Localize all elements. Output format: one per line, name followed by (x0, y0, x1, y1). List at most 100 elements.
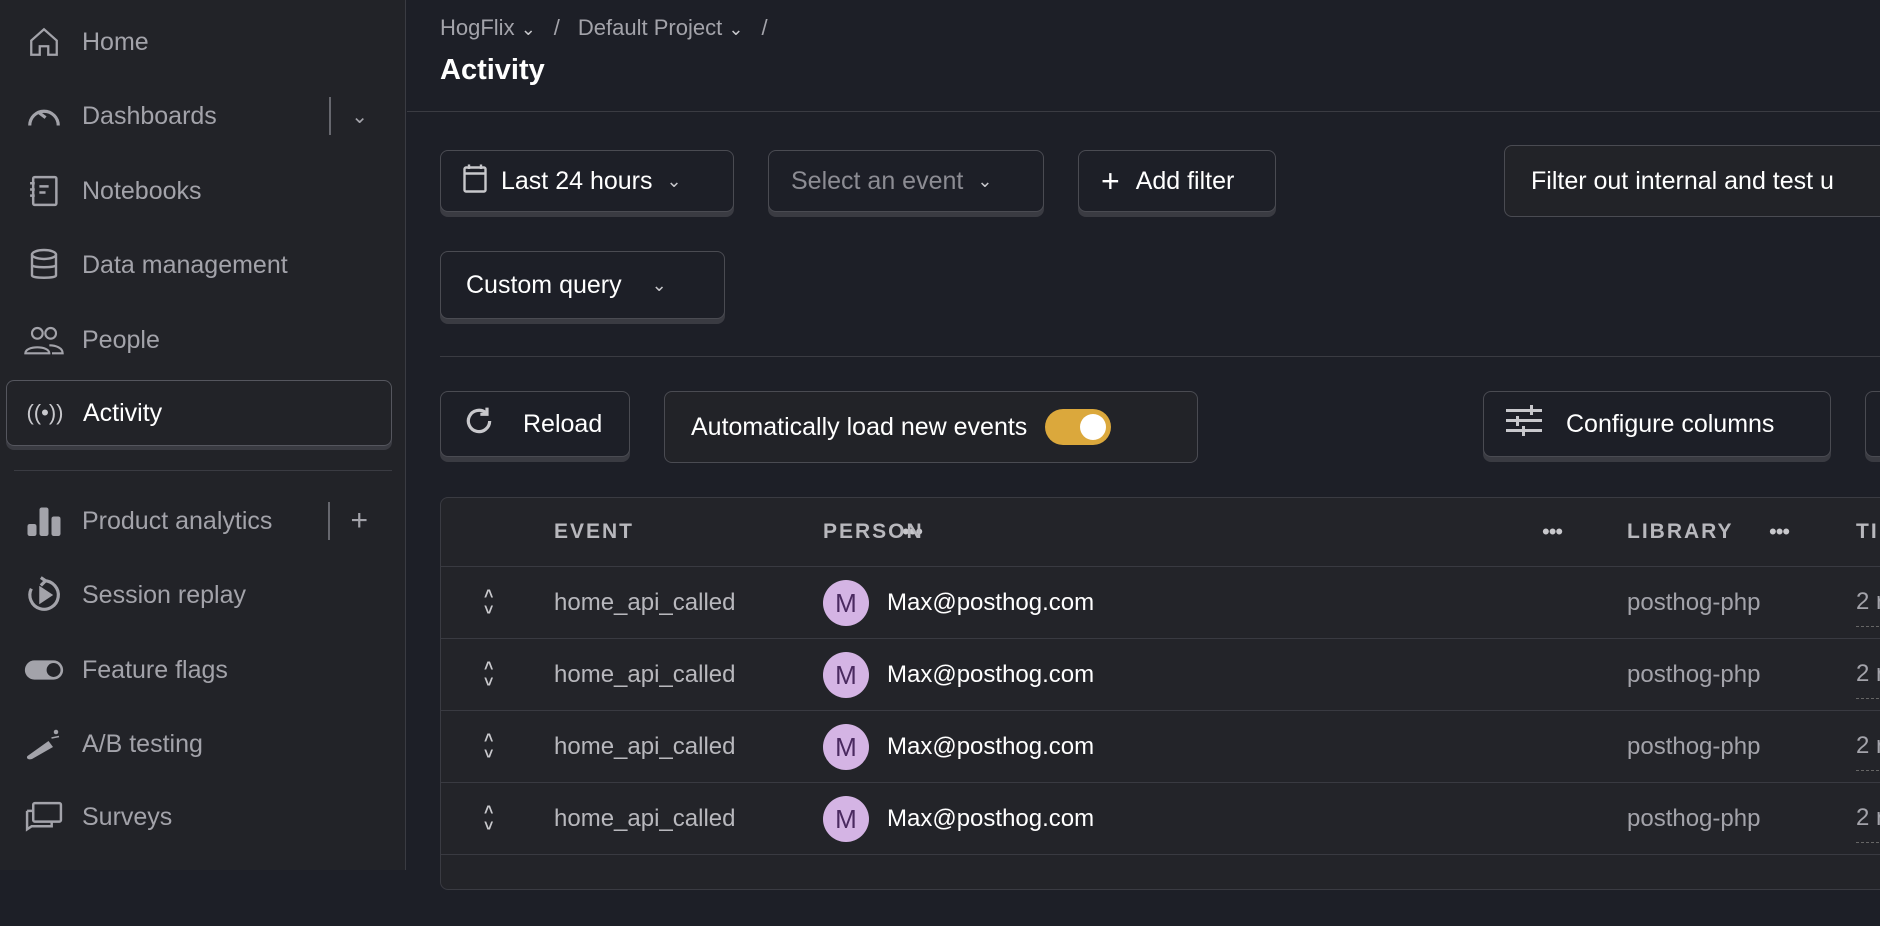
sidebar-item-session-replay[interactable]: Session replay (6, 562, 392, 628)
expand-row-icon[interactable]: ˄˅ (484, 567, 493, 639)
add-filter-label: Add filter (1136, 167, 1235, 196)
chevron-down-icon: ⌄ (667, 171, 682, 192)
query-type-select[interactable]: Custom query ⌄ (440, 251, 725, 319)
reload-button[interactable]: Reload (440, 391, 630, 457)
sidebar-item-feature-flags[interactable]: Feature flags (6, 637, 392, 703)
sidebar-divider (14, 470, 392, 471)
avatar: M (823, 580, 869, 626)
breadcrumb-label: Default Project (578, 15, 722, 40)
event-name: home_api_called (554, 711, 735, 783)
avatar: M (823, 724, 869, 770)
breadcrumb-separator: / (761, 15, 767, 41)
breadcrumb-label: HogFlix (440, 15, 515, 40)
filter-internal-label: Filter out internal and test u (1531, 167, 1834, 196)
sidebar-item-label: Home (82, 28, 149, 57)
bar-chart-icon (24, 501, 64, 541)
library-name: posthog-php (1627, 639, 1760, 711)
expand-row-icon[interactable]: ˄˅ (484, 783, 493, 855)
reload-icon (463, 405, 495, 444)
sidebar-item-ab-testing[interactable]: A/B testing (6, 711, 392, 777)
sidebar-item-people[interactable]: People (6, 307, 392, 373)
divider (328, 502, 330, 540)
auto-load-setting: Automatically load new events (664, 391, 1198, 463)
library-name: posthog-php (1627, 783, 1760, 855)
column-header-person[interactable]: PERSON (823, 498, 924, 566)
person-cell[interactable]: M Max@posthog.com (823, 639, 1094, 711)
expand-row-icon[interactable]: ˄˅ (484, 711, 493, 783)
filter-internal-toggle[interactable]: Filter out internal and test u (1504, 145, 1880, 217)
event-select[interactable]: Select an event ⌄ (768, 150, 1044, 212)
configure-columns-label: Configure columns (1566, 410, 1774, 439)
gauge-icon (24, 96, 64, 136)
sidebar-item-dashboards[interactable]: Dashboards ⌄ (6, 83, 392, 149)
sidebar-item-label: Dashboards (82, 102, 217, 131)
sidebar-item-product-analytics[interactable]: Product analytics + (6, 488, 392, 554)
people-icon (24, 320, 64, 360)
column-menu-icon[interactable]: ••• (1769, 498, 1789, 566)
person-email: Max@posthog.com (887, 589, 1094, 617)
event-name: home_api_called (554, 567, 735, 639)
toolbar-button-offscreen[interactable] (1865, 391, 1880, 457)
avatar: M (823, 796, 869, 842)
flask-icon (24, 724, 64, 764)
column-header-time[interactable]: TI (1856, 498, 1879, 566)
sidebar: Home Dashboards ⌄ Notebooks Data managem… (0, 0, 406, 870)
home-icon (24, 22, 64, 62)
sidebar-item-label: A/B testing (82, 730, 203, 759)
reload-label: Reload (523, 410, 602, 439)
chevron-down-icon: ⌄ (728, 19, 743, 39)
divider (440, 356, 1880, 357)
event-select-placeholder: Select an event (791, 167, 963, 196)
breadcrumb-org[interactable]: HogFlix ⌄ (440, 15, 536, 41)
chevron-down-icon: ⌄ (652, 275, 667, 296)
chevron-down-icon[interactable]: ⌄ (351, 104, 368, 129)
person-email: Max@posthog.com (887, 661, 1094, 689)
sidebar-item-label: Feature flags (82, 656, 228, 685)
sidebar-item-label: Session replay (82, 581, 246, 610)
person-cell[interactable]: MMax@posthog.com (823, 783, 1094, 855)
sidebar-item-notebooks[interactable]: Notebooks (6, 158, 392, 224)
expand-row-icon[interactable]: ˄˅ (484, 639, 493, 711)
column-header-library[interactable]: LIBRARY (1627, 498, 1734, 566)
sidebar-item-home[interactable]: Home (6, 9, 392, 75)
date-range-select[interactable]: Last 24 hours ⌄ (440, 150, 734, 212)
broadcast-icon: ((•)) (25, 393, 65, 433)
plus-icon[interactable]: + (350, 504, 368, 538)
sidebar-item-label: Data management (82, 251, 288, 280)
person-cell[interactable]: M Max@posthog.com (823, 567, 1094, 639)
table-row[interactable] (441, 854, 1880, 926)
sidebar-item-label: Surveys (82, 803, 172, 832)
chevron-down-icon: ⌄ (977, 171, 992, 192)
table-row[interactable]: ˄˅ home_api_called MMax@posthog.com post… (441, 782, 1880, 854)
plus-icon: + (1101, 163, 1120, 200)
toggle-icon (24, 650, 64, 690)
event-time: 2 r (1856, 649, 1880, 699)
event-time: 2 r (1856, 577, 1880, 627)
chevron-down-icon: ⌄ (521, 19, 536, 39)
auto-load-toggle[interactable] (1045, 409, 1111, 445)
table-row[interactable]: ˄˅ home_api_called MMax@posthog.com post… (441, 638, 1880, 710)
event-time: 2 r (1856, 793, 1880, 843)
sidebar-item-data-management[interactable]: Data management (6, 232, 392, 298)
column-header-event[interactable]: EVENT (554, 498, 634, 566)
table-row[interactable]: ˄˅ home_api_called MMax@posthog.com post… (441, 710, 1880, 782)
sidebar-item-label: People (82, 326, 160, 355)
notebook-icon (24, 171, 64, 211)
person-cell[interactable]: MMax@posthog.com (823, 711, 1094, 783)
sidebar-item-label: Notebooks (82, 177, 202, 206)
page-header: HogFlix ⌄ / Default Project ⌄ / Activity (407, 0, 1880, 112)
auto-load-label: Automatically load new events (691, 413, 1027, 442)
library-name: posthog-php (1627, 567, 1760, 639)
database-icon (24, 245, 64, 285)
calendar-icon (463, 163, 487, 200)
add-filter-button[interactable]: + Add filter (1078, 150, 1276, 212)
avatar: M (823, 652, 869, 698)
sidebar-item-label: Product analytics (82, 507, 272, 536)
breadcrumb-project[interactable]: Default Project ⌄ (578, 15, 744, 41)
table-row[interactable]: ˄˅ home_api_called M Max@posthog.com post… (441, 566, 1880, 638)
event-time: 2 r (1856, 721, 1880, 771)
sidebar-item-activity[interactable]: ((•)) Activity (6, 380, 392, 446)
configure-columns-button[interactable]: Configure columns (1483, 391, 1831, 457)
sidebar-item-surveys[interactable]: Surveys (6, 784, 392, 850)
column-menu-icon[interactable]: ••• (1542, 498, 1562, 566)
